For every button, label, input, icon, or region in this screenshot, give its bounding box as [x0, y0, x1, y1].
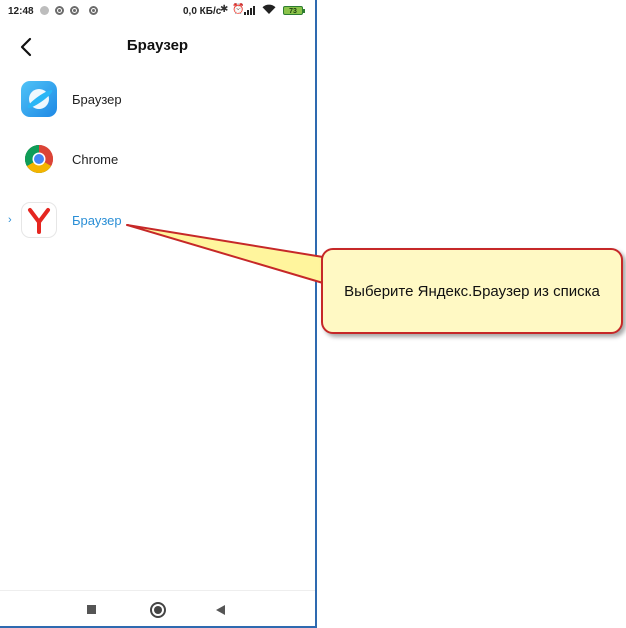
wifi-icon: [262, 4, 276, 18]
app-label: Браузер: [72, 92, 122, 107]
signal-icon: [244, 6, 258, 15]
network-speed: 0,0 КБ/с: [183, 6, 222, 17]
list-item-mi-browser[interactable]: Браузер: [0, 73, 315, 129]
notification-dot-icon: [40, 6, 49, 15]
selected-chevron-icon: ›: [8, 214, 12, 226]
notification-app-icon: [55, 6, 64, 15]
bluetooth-icon: ✱: [220, 4, 229, 15]
callout-box: Выберите Яндекс.Браузер из списка: [321, 248, 623, 334]
callout-text: Выберите Яндекс.Браузер из списка: [344, 282, 600, 300]
list-item-chrome[interactable]: Chrome: [0, 133, 315, 189]
alarm-icon: ⏰: [232, 4, 245, 15]
chrome-icon: [21, 141, 57, 177]
app-label: Браузер: [72, 213, 122, 228]
nav-back-button[interactable]: [216, 605, 225, 615]
status-bar: 12:48 0,0 КБ/с ✱ ⏰ 73: [0, 0, 315, 22]
page-title: Браузер: [126, 37, 189, 54]
battery-icon: 73: [283, 6, 305, 15]
app-header: Браузер: [0, 30, 315, 64]
phone-screen: 12:48 0,0 КБ/с ✱ ⏰ 73 Браузер Браузер Ch…: [0, 0, 317, 628]
app-label: Chrome: [72, 152, 119, 167]
list-item-yandex-browser[interactable]: › Браузер: [0, 194, 315, 250]
home-button[interactable]: [150, 602, 166, 618]
notification-app-icon: [70, 6, 79, 15]
recent-apps-button[interactable]: [87, 605, 96, 614]
yandex-browser-icon: [21, 202, 57, 238]
mi-browser-icon: [21, 81, 57, 117]
status-time: 12:48: [8, 6, 34, 17]
notification-app-icon: [89, 6, 98, 15]
navigation-bar: [0, 590, 315, 626]
